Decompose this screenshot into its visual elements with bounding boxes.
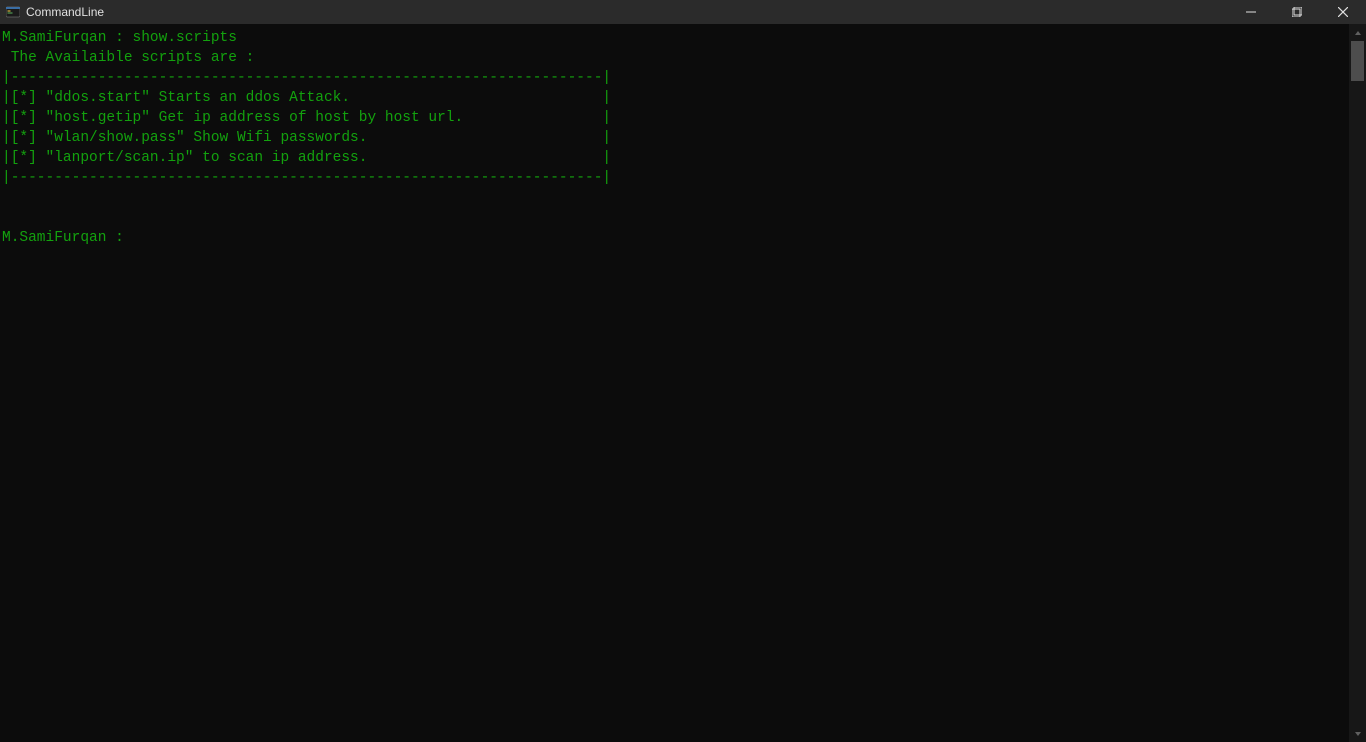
maximize-icon — [1292, 7, 1302, 17]
client-area: M.SamiFurqan : show.scripts The Availaib… — [0, 24, 1366, 742]
window-title: CommandLine — [26, 5, 104, 19]
titlebar[interactable]: CommandLine — [0, 0, 1366, 24]
app-window: CommandLine M.SamiFurqan : show.scripts … — [0, 0, 1366, 742]
close-icon — [1338, 7, 1348, 17]
vertical-scrollbar[interactable] — [1349, 24, 1366, 742]
scroll-down-arrow-icon[interactable] — [1349, 725, 1366, 742]
minimize-icon — [1246, 7, 1256, 17]
minimize-button[interactable] — [1228, 0, 1274, 24]
scroll-up-arrow-icon[interactable] — [1349, 24, 1366, 41]
scroll-thumb[interactable] — [1351, 41, 1364, 81]
app-icon — [6, 5, 20, 19]
close-button[interactable] — [1320, 0, 1366, 24]
maximize-button[interactable] — [1274, 0, 1320, 24]
terminal-output[interactable]: M.SamiFurqan : show.scripts The Availaib… — [0, 24, 1349, 742]
